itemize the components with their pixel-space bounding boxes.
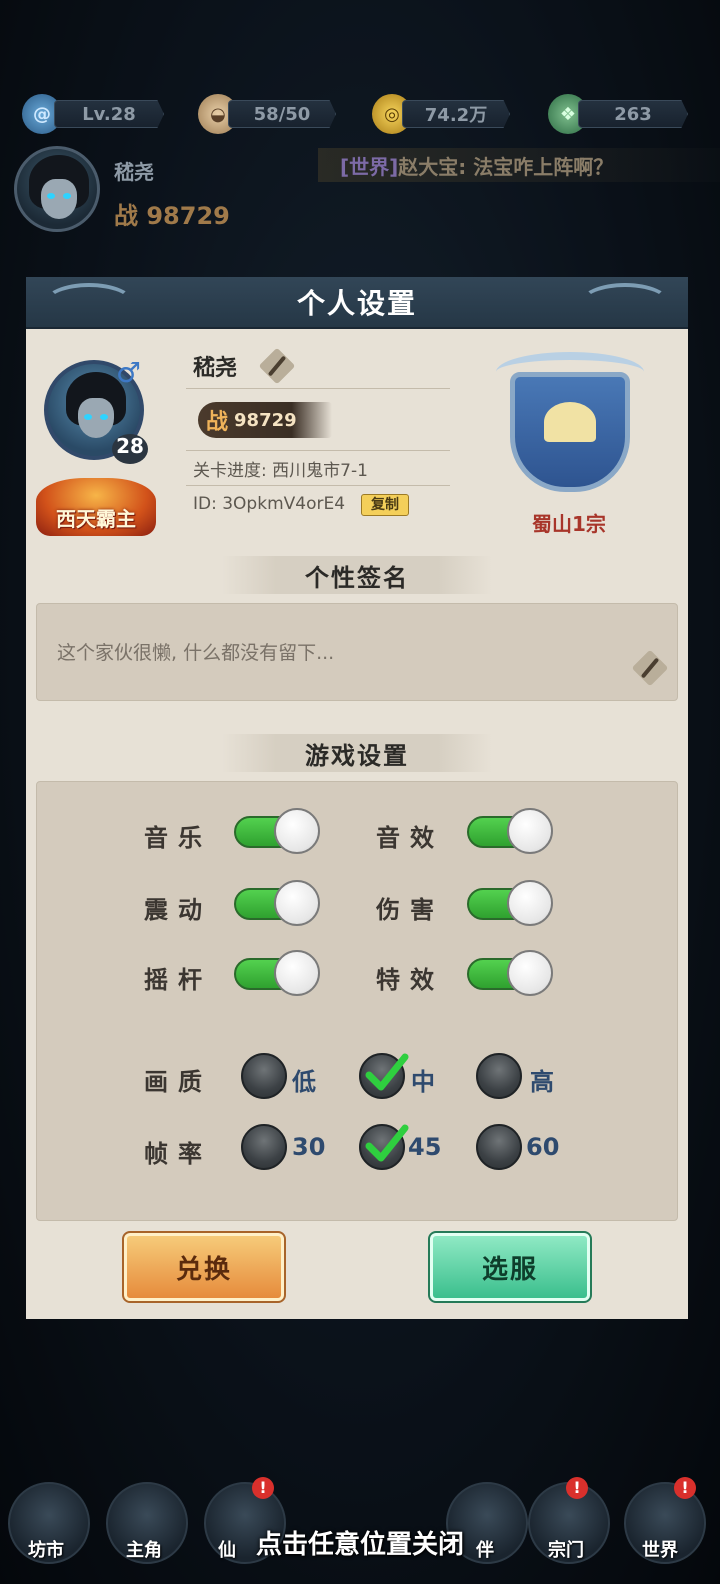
checkmark-icon [365, 1124, 409, 1162]
edit-name-icon[interactable] [258, 347, 296, 385]
male-gender-icon: ♂ [116, 356, 142, 389]
signature-box[interactable]: 这个家伙很懒, 什么都没有留下... [36, 603, 678, 701]
title-badge-label: 西天霸主 [56, 507, 136, 531]
jade-value: 263 [614, 103, 652, 125]
toggle-knob [274, 950, 320, 996]
tap-to-close-hint[interactable]: 点击任意位置关闭 [0, 1524, 720, 1561]
music-label: 音乐 [144, 824, 212, 852]
avatar-eye [100, 414, 108, 420]
music-toggle[interactable] [234, 808, 320, 854]
game-settings-heading: 游戏设置 [222, 734, 492, 772]
joystick-toggle[interactable] [234, 950, 320, 996]
copy-id-button[interactable]: 复制 [361, 494, 409, 516]
dialog-title: 个人设置 [296, 287, 417, 320]
chat-channel: [世界] [340, 154, 399, 179]
quality-label: 画质 [144, 1068, 212, 1096]
stamina-value: 58/50 [253, 103, 311, 125]
sound-effects-toggle[interactable] [467, 808, 553, 854]
player-name: 嵇尧 [114, 160, 154, 184]
stage-progress: 关卡进度: 西川鬼市7-1 [193, 461, 368, 481]
notification-badge: ! [674, 1477, 696, 1499]
signature-text: 这个家伙很懒, 什么都没有留下... [57, 642, 335, 664]
dialog-header: 个人设置 [26, 277, 688, 329]
power-label: 战 [114, 202, 138, 230]
cloud-ornament-left [44, 283, 134, 323]
framerate-45-radio[interactable] [359, 1124, 409, 1170]
level-badge: 28 [112, 434, 148, 464]
notification-badge: ! [252, 1477, 274, 1499]
toggle-knob [507, 950, 553, 996]
joystick-label: 摇杆 [144, 966, 212, 994]
effects-toggle[interactable] [467, 950, 553, 996]
framerate-30-radio[interactable] [241, 1124, 287, 1170]
quality-low-label: 低 [292, 1068, 316, 1096]
power-value: 98729 [146, 202, 230, 230]
edit-signature-icon[interactable] [631, 649, 669, 687]
power-label: 战 [206, 410, 229, 435]
avatar-eye [47, 193, 55, 199]
checkmark-icon [365, 1053, 409, 1091]
effects-label: 特效 [376, 966, 444, 994]
game-settings-panel [36, 781, 678, 1221]
select-server-button[interactable]: 选服 [428, 1231, 592, 1303]
level-display: Lv.28 [54, 100, 164, 128]
notification-badge: ! [566, 1477, 588, 1499]
profile-name: 嵇尧 [193, 356, 238, 381]
quality-medium-radio[interactable] [359, 1053, 409, 1099]
damage-toggle[interactable] [467, 880, 553, 926]
jade-display[interactable]: 263 [578, 100, 688, 128]
coins-display[interactable]: 74.2万 [402, 100, 510, 128]
player-id: ID: 3OpkmV4orE4 [193, 494, 346, 514]
framerate-60-label: 60 [526, 1133, 560, 1161]
level-value: Lv.28 [82, 103, 136, 125]
quality-high-label: 高 [530, 1068, 554, 1096]
sect-name[interactable]: 蜀山1宗 [532, 508, 606, 537]
bell-icon [544, 402, 596, 442]
framerate-30-label: 30 [292, 1133, 326, 1161]
divider [186, 485, 450, 486]
cloud-ornament-right [580, 283, 670, 323]
vibration-toggle[interactable] [234, 880, 320, 926]
player-avatar[interactable] [14, 146, 100, 232]
title-badge[interactable]: 西天霸主 [36, 478, 156, 536]
profile-power-box: 战 98729 [198, 402, 332, 438]
avatar-eye [63, 193, 71, 199]
sect-emblem[interactable] [496, 352, 644, 510]
power-value: 98729 [234, 409, 297, 431]
coins-value: 74.2万 [424, 105, 488, 126]
divider [186, 388, 450, 389]
framerate-label: 帧率 [144, 1140, 212, 1168]
divider [186, 450, 450, 451]
exchange-button[interactable]: 兑换 [122, 1231, 286, 1303]
framerate-60-radio[interactable] [476, 1124, 522, 1170]
sound-effects-label: 音效 [376, 824, 444, 852]
world-chat-ticker[interactable]: [世界] 赵大宝: 法宝咋上阵啊？ [318, 148, 720, 182]
toggle-knob [274, 880, 320, 926]
framerate-45-label: 45 [408, 1133, 442, 1161]
signature-heading: 个性签名 [222, 556, 492, 594]
player-power: 战 98729 [114, 196, 230, 231]
toggle-knob [507, 880, 553, 926]
toggle-knob [274, 808, 320, 854]
quality-high-radio[interactable] [476, 1053, 522, 1099]
toggle-knob [507, 808, 553, 854]
stamina-display[interactable]: 58/50 [228, 100, 336, 128]
quality-medium-label: 中 [411, 1068, 435, 1096]
chat-message: 赵大宝: 法宝咋上阵啊？ [398, 154, 614, 179]
avatar-eye [84, 414, 92, 420]
avatar-face [41, 179, 77, 219]
vibration-label: 震动 [144, 896, 212, 924]
quality-low-radio[interactable] [241, 1053, 287, 1099]
damage-label: 伤害 [376, 896, 444, 924]
